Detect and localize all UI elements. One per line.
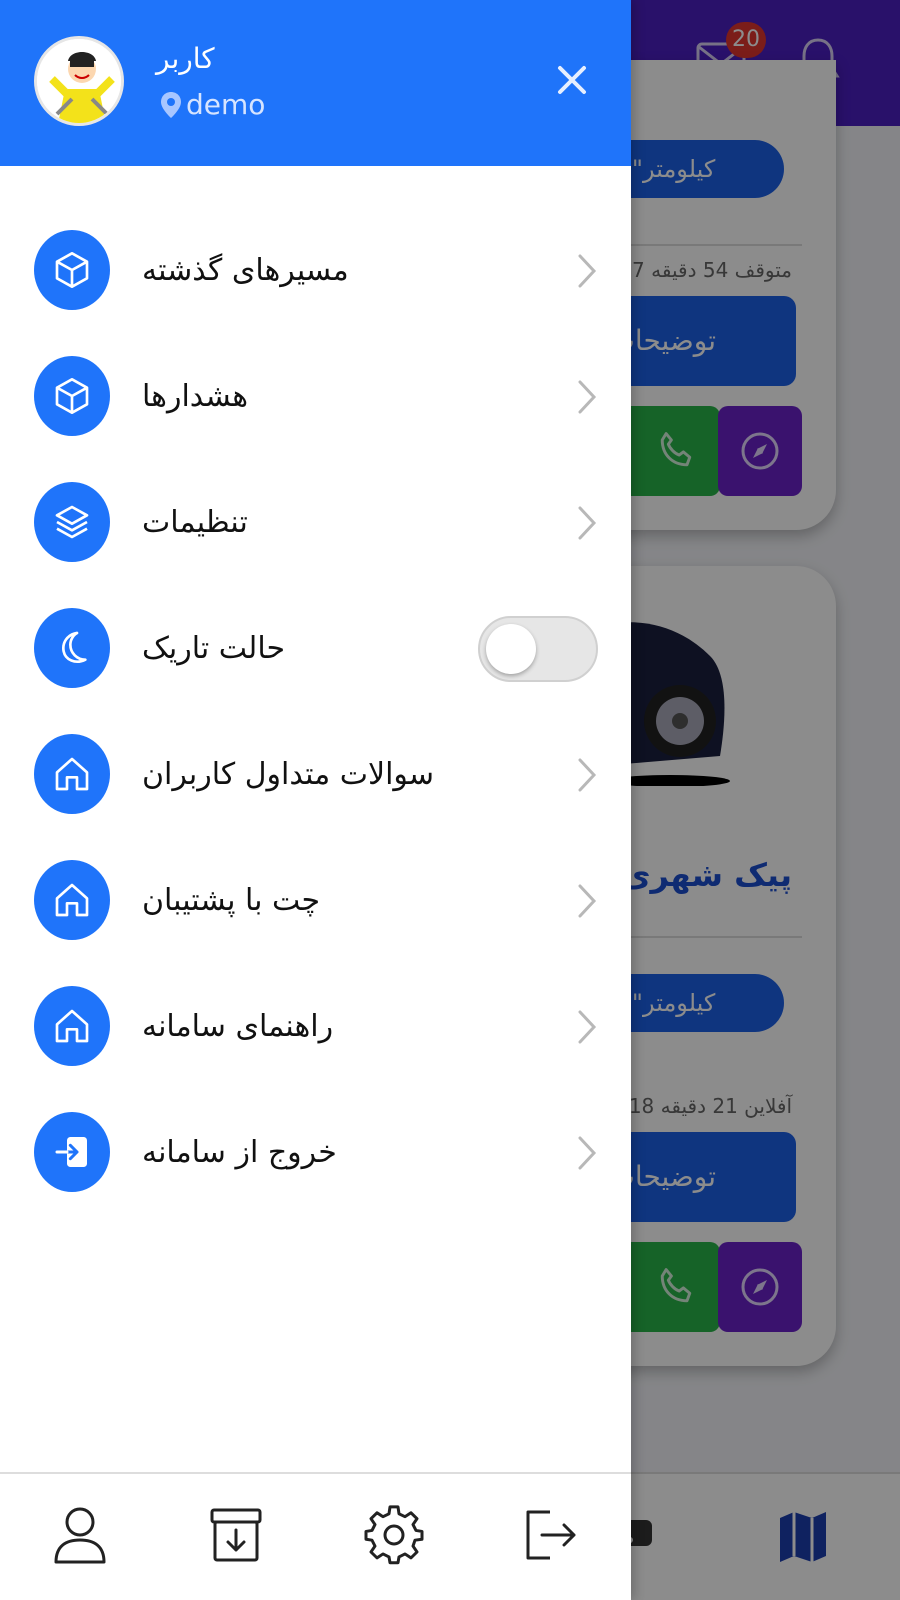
gear-icon[interactable] bbox=[364, 1504, 424, 1566]
menu-item-support-chat[interactable]: چت با پشتیبان bbox=[0, 838, 631, 964]
avatar-illustration bbox=[37, 39, 121, 123]
drawer-header: کاربر demo bbox=[0, 0, 631, 166]
chevron-right-icon bbox=[578, 254, 597, 288]
layers-icon bbox=[34, 482, 110, 562]
home-icon bbox=[34, 860, 110, 940]
menu-item-system-guide[interactable]: راهنمای سامانه bbox=[0, 964, 631, 1090]
toggle-knob bbox=[486, 624, 536, 674]
side-drawer: کاربر demo مسیرهای گذشته هشدارها تنظیمات… bbox=[0, 0, 631, 1600]
menu-item-label: تنظیمات bbox=[142, 505, 248, 540]
location-text: demo bbox=[186, 88, 266, 121]
home-icon bbox=[34, 734, 110, 814]
location-pin-icon bbox=[161, 91, 181, 118]
user-name: کاربر bbox=[156, 42, 215, 75]
menu-item-faq[interactable]: سوالات متداول کاربران bbox=[0, 712, 631, 838]
home-icon bbox=[34, 986, 110, 1066]
drawer-bottom-bar bbox=[0, 1472, 631, 1600]
archive-download-icon[interactable] bbox=[206, 1504, 266, 1566]
menu-item-label: چت با پشتیبان bbox=[142, 883, 321, 918]
chevron-right-icon bbox=[578, 1136, 597, 1170]
menu-item-past-routes[interactable]: مسیرهای گذشته bbox=[0, 208, 631, 334]
close-icon[interactable] bbox=[550, 58, 594, 102]
menu-item-label: حالت تاریک bbox=[142, 631, 285, 666]
chevron-right-icon bbox=[578, 884, 597, 918]
menu-item-label: هشدارها bbox=[142, 379, 249, 414]
menu-item-label: مسیرهای گذشته bbox=[142, 253, 349, 288]
chevron-right-icon bbox=[578, 1010, 597, 1044]
user-location: demo bbox=[160, 88, 265, 121]
moon-icon bbox=[34, 608, 110, 688]
menu-item-settings[interactable]: تنظیمات bbox=[0, 460, 631, 586]
menu-item-alerts[interactable]: هشدارها bbox=[0, 334, 631, 460]
logout-icon[interactable] bbox=[520, 1504, 580, 1566]
login-icon bbox=[34, 1112, 110, 1192]
user-icon[interactable] bbox=[50, 1504, 110, 1566]
chevron-right-icon bbox=[578, 758, 597, 792]
cube-icon bbox=[34, 356, 110, 436]
chevron-right-icon bbox=[578, 380, 597, 414]
drawer-menu: مسیرهای گذشته هشدارها تنظیمات حالت تاریک bbox=[0, 208, 631, 1216]
menu-item-label: سوالات متداول کاربران bbox=[142, 757, 435, 792]
menu-item-dark-mode: حالت تاریک bbox=[0, 586, 631, 712]
menu-item-label: خروج از سامانه bbox=[142, 1135, 337, 1170]
menu-item-logout[interactable]: خروج از سامانه bbox=[0, 1090, 631, 1216]
chevron-right-icon bbox=[578, 506, 597, 540]
dark-mode-toggle[interactable] bbox=[478, 616, 598, 682]
menu-item-label: راهنمای سامانه bbox=[142, 1009, 334, 1044]
avatar[interactable] bbox=[34, 36, 124, 126]
cube-icon bbox=[34, 230, 110, 310]
